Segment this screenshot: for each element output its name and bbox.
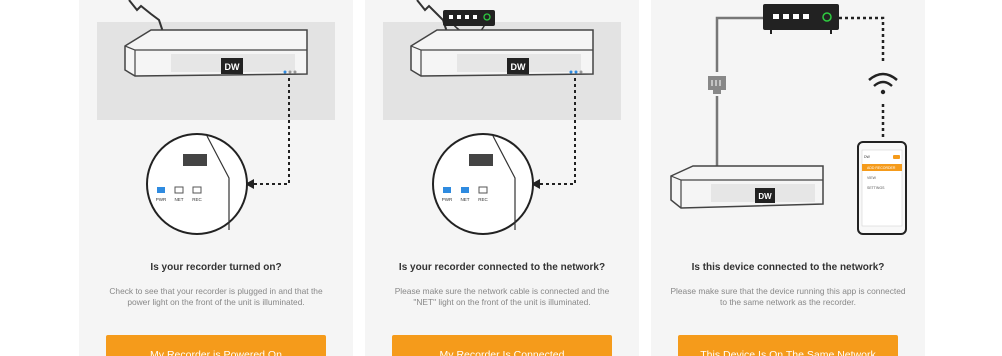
recorder-unit: DW: [410, 29, 594, 77]
card-description: Please make sure the network cable is co…: [394, 286, 610, 307]
device-network-card: DW DW ADD RECORDER VIEW SETTINGS Is this…: [651, 0, 925, 356]
power-check-card: DW PWR NET REC Is your recorder turned o…: [79, 0, 353, 356]
recorder-unit: DW: [670, 165, 824, 209]
card-description: Check to see that your recorder is plugg…: [109, 286, 323, 307]
rec-label: REC: [192, 197, 202, 202]
pwr-label: PWR: [156, 197, 167, 202]
usb-port-icon: [183, 154, 207, 166]
zoom-circle: [146, 133, 248, 235]
zoom-circle: [432, 133, 534, 235]
rec-label: REC: [478, 197, 488, 202]
recorder-powered-on-button[interactable]: My Recorder is Powered On: [106, 335, 326, 356]
router-icon: [763, 4, 839, 34]
card-title: Is your recorder turned on?: [150, 262, 282, 273]
recorder-power-illustration: DW PWR NET REC: [97, 0, 335, 235]
recorder-network-card: DW PWR NET REC Is your recorder connecte…: [365, 0, 639, 356]
smartphone-icon: DW ADD RECORDER VIEW SETTINGS: [857, 141, 907, 235]
recorder-network-illustration: DW PWR NET REC: [383, 0, 621, 235]
dw-logo: DW: [225, 62, 240, 72]
wifi-icon: [868, 72, 898, 95]
phone-menu-item-view: VIEW: [867, 176, 877, 180]
card-title: Is your recorder connected to the networ…: [398, 262, 606, 273]
recorder-connected-button[interactable]: My Recorder Is Connected: [392, 335, 612, 356]
recorder-unit: DW: [124, 29, 308, 77]
phone-menu-item-settings: SETTINGS: [867, 186, 885, 190]
device-network-illustration: DW DW ADD RECORDER VIEW SETTINGS: [670, 4, 907, 235]
ethernet-plug-icon: [708, 76, 726, 94]
net-label: NET: [175, 197, 184, 202]
net-label: NET: [461, 197, 470, 202]
dw-logo: DW: [758, 192, 772, 201]
device-same-network-button[interactable]: This Device Is On The Same Network: [678, 335, 898, 356]
card-description: Please make sure that the device running…: [670, 286, 906, 307]
phone-menu-item-add: ADD RECORDER: [867, 166, 896, 170]
card-title: Is this device connected to the network?: [691, 262, 885, 273]
dw-logo: DW: [511, 62, 526, 72]
usb-port-icon: [469, 154, 493, 166]
pwr-label: PWR: [442, 197, 453, 202]
phone-app-logo: DW: [864, 155, 871, 159]
